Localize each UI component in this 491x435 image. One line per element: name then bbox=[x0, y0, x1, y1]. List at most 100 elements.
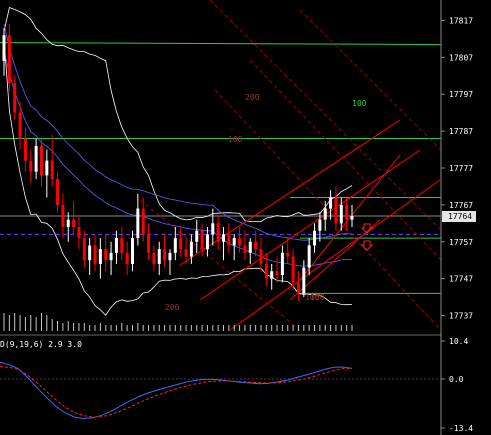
trading-chart: 200100100200100100 D(9,19,6) 2.9 3.0 178… bbox=[0, 0, 476, 435]
indicator-tick-label: -13.4 bbox=[449, 424, 473, 433]
candle-body bbox=[329, 197, 333, 209]
horizontal-level-line bbox=[0, 42, 442, 46]
candle-body bbox=[195, 230, 199, 242]
price-tick-label: 17757 bbox=[449, 238, 473, 247]
fib-level-label: 100 bbox=[310, 293, 325, 302]
indicator-title: D(9,19,6) 2.9 3.0 bbox=[0, 340, 82, 349]
dashed-channel-line bbox=[214, 89, 442, 331]
candle-body bbox=[98, 249, 102, 264]
candle-body bbox=[291, 256, 295, 283]
price-tick-label: 17767 bbox=[449, 201, 473, 210]
candle-body bbox=[114, 238, 118, 253]
moving-average-line bbox=[3, 24, 353, 241]
indicator-series bbox=[0, 361, 353, 420]
down-arrow-icon bbox=[360, 240, 374, 251]
candle-body bbox=[109, 252, 113, 261]
candle-body bbox=[205, 234, 209, 250]
candle-body bbox=[254, 241, 258, 250]
candle-body bbox=[179, 238, 183, 250]
candle-body bbox=[270, 271, 274, 279]
candle-body bbox=[184, 249, 188, 257]
price-tick-label: 17787 bbox=[449, 127, 473, 136]
candle-body bbox=[7, 35, 11, 84]
candle-body bbox=[222, 234, 226, 242]
price-axis: 17817 17807 17797 17787 17777 17767 17757 17747… bbox=[441, 16, 473, 321]
candle-body bbox=[318, 219, 322, 231]
candle-body bbox=[88, 245, 92, 261]
candle-body bbox=[61, 204, 65, 228]
indicator-axis: 10.4 0.0 -13.4 bbox=[441, 337, 473, 433]
indicator-panel: D(9,19,6) 2.9 3.0 bbox=[0, 340, 441, 420]
candlesticks bbox=[2, 24, 354, 301]
candle-body bbox=[45, 160, 49, 176]
price-panel: 200100100200100100 bbox=[0, 0, 442, 331]
candle-body bbox=[77, 227, 81, 239]
candle-body bbox=[211, 223, 215, 235]
candle-body bbox=[200, 230, 204, 250]
candle-body bbox=[152, 252, 156, 264]
candle-body bbox=[66, 219, 70, 228]
candle-body bbox=[72, 219, 76, 228]
candle-body bbox=[23, 138, 27, 161]
price-tick-label: 17797 bbox=[449, 90, 473, 99]
candle-body bbox=[280, 252, 284, 275]
candle-body bbox=[345, 204, 349, 220]
candle-body bbox=[2, 35, 6, 62]
price-tick-label: 17737 bbox=[449, 312, 473, 321]
candle-body bbox=[130, 238, 134, 264]
price-tick-label: 17807 bbox=[449, 53, 473, 62]
price-tick-label: 17777 bbox=[449, 164, 473, 173]
candle-body bbox=[29, 160, 33, 172]
indicator-series-line bbox=[0, 366, 353, 418]
candle-body bbox=[125, 252, 129, 264]
candle-body bbox=[163, 249, 167, 261]
bollinger-lower bbox=[3, 38, 353, 316]
candle-body bbox=[50, 160, 54, 180]
arrow-markers bbox=[360, 223, 374, 251]
candle-body bbox=[120, 238, 124, 253]
candle-body bbox=[232, 238, 236, 246]
current-price-box: 17764 bbox=[442, 211, 476, 222]
candle-body bbox=[189, 241, 193, 257]
fib-level-label: 100 bbox=[228, 135, 243, 144]
candle-body bbox=[56, 179, 60, 205]
current-price-label: 17764 bbox=[448, 212, 472, 221]
fib-level-label: 200 bbox=[245, 93, 260, 102]
candle-body bbox=[313, 230, 317, 246]
volume-bars bbox=[3, 313, 353, 331]
candle-body bbox=[157, 249, 161, 264]
indicator-tick-label: 0.0 bbox=[449, 375, 464, 384]
candle-body bbox=[34, 145, 38, 172]
overlay-lines bbox=[3, 0, 442, 331]
candle-body bbox=[307, 245, 311, 268]
fib-level-label: 200 bbox=[165, 303, 180, 312]
candle-body bbox=[13, 83, 17, 113]
candle-body bbox=[350, 215, 354, 220]
price-tick-label: 17817 bbox=[449, 16, 473, 25]
dashed-channel-line bbox=[139, 199, 301, 331]
candle-body bbox=[147, 234, 151, 253]
candle-body bbox=[216, 223, 220, 242]
candle-body bbox=[248, 241, 252, 253]
candle-body bbox=[18, 112, 22, 139]
indicator-series-line bbox=[0, 361, 353, 420]
candle-body bbox=[339, 204, 343, 224]
price-tick-label: 17747 bbox=[449, 275, 473, 284]
candle-body bbox=[173, 238, 177, 253]
moving-average-line bbox=[3, 49, 353, 267]
candle-body bbox=[259, 249, 263, 264]
candle-body bbox=[39, 145, 43, 176]
candle-body bbox=[136, 208, 140, 239]
candle-body bbox=[168, 252, 172, 261]
candle-body bbox=[302, 267, 306, 294]
candle-body bbox=[334, 197, 338, 224]
candle-body bbox=[264, 263, 268, 279]
candle-body bbox=[141, 208, 145, 235]
channel-line bbox=[199, 149, 421, 301]
dashed-channel-line bbox=[299, 9, 442, 151]
candle-body bbox=[238, 238, 242, 246]
candle-body bbox=[104, 249, 108, 261]
candle-body bbox=[323, 208, 327, 220]
dashed-channel-line bbox=[249, 59, 442, 261]
candle-body bbox=[286, 252, 290, 257]
